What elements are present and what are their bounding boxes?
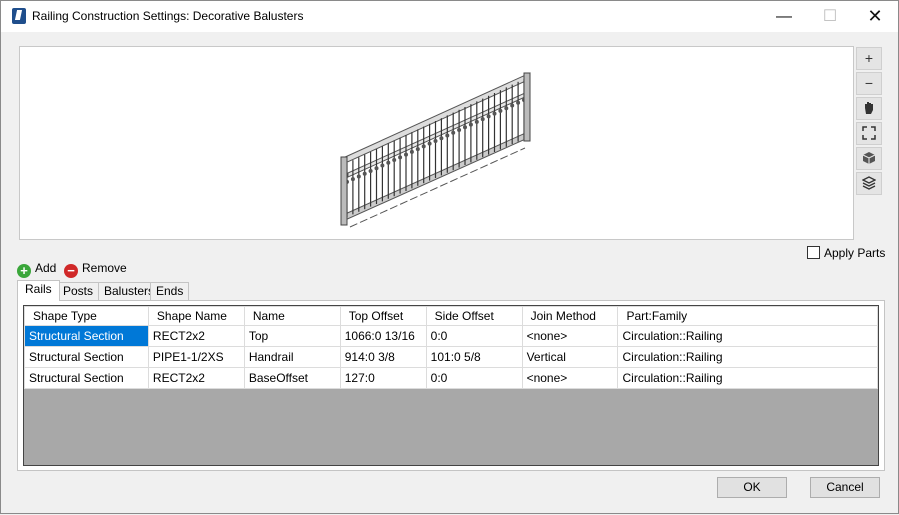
grid-header-row: Shape Type Shape Name Name Top Offset Si…: [24, 306, 878, 326]
cell-shape-type[interactable]: Structural Section: [24, 325, 149, 347]
zoom-extents-icon[interactable]: [856, 122, 882, 145]
app-logo-icon: [12, 8, 26, 24]
checkbox-box[interactable]: [807, 246, 820, 259]
baluster-knob: [386, 160, 391, 165]
cell-name[interactable]: Handrail: [243, 346, 341, 368]
baluster-knob: [398, 155, 403, 160]
cell-top-offset[interactable]: 127:0: [339, 367, 427, 389]
zoom-out-button[interactable]: −: [856, 72, 882, 95]
minimize-button[interactable]: —: [761, 1, 807, 32]
apply-parts-label: Apply Parts: [824, 246, 886, 260]
baluster-knob: [445, 133, 450, 138]
col-join-method[interactable]: Join Method: [521, 306, 619, 326]
cell-top-offset[interactable]: 1066:0 13/16: [339, 325, 427, 347]
baluster-knob: [468, 122, 473, 127]
rails-table: Shape Type Shape Name Name Top Offset Si…: [24, 306, 878, 389]
cell-shape-name[interactable]: PIPE1-1/2XS: [147, 346, 245, 368]
baluster-knob: [463, 125, 467, 130]
railing-settings-dialog: Railing Construction Settings: Decorativ…: [0, 0, 899, 514]
col-shape-type[interactable]: Shape Type: [24, 306, 149, 326]
tab-posts[interactable]: Posts: [57, 282, 100, 300]
rails-grid: Shape Type Shape Name Name Top Offset Si…: [23, 305, 879, 466]
baluster-knob: [439, 136, 444, 141]
end-post: [523, 72, 531, 142]
baluster-knob: [457, 128, 462, 133]
col-shape-name[interactable]: Shape Name: [147, 306, 245, 326]
baluster-knob: [404, 152, 408, 157]
add-label: Add: [35, 261, 57, 275]
cell-join-method[interactable]: Vertical: [521, 346, 619, 368]
start-post: [340, 156, 348, 226]
add-button[interactable]: + Add: [17, 259, 57, 278]
remove-button[interactable]: − Remove: [64, 259, 127, 278]
apply-parts-checkbox[interactable]: Apply Parts: [807, 246, 885, 260]
table-row[interactable]: Structural Section PIPE1-1/2XS Handrail …: [24, 346, 878, 368]
baluster-knob: [380, 163, 385, 168]
cell-shape-name[interactable]: RECT2x2: [147, 367, 245, 389]
tab-rails[interactable]: Rails: [17, 280, 60, 301]
cell-side-offset[interactable]: 101:0 5/8: [425, 346, 523, 368]
add-plus-icon: +: [17, 264, 31, 278]
baluster-knob: [510, 103, 515, 108]
baluster-knob: [498, 108, 503, 113]
close-button[interactable]: ✕: [852, 1, 898, 32]
cell-side-offset[interactable]: 0:0: [425, 325, 523, 347]
baluster-knob: [356, 174, 361, 179]
maximize-button[interactable]: ☐: [807, 1, 853, 32]
cell-name[interactable]: Top: [243, 325, 341, 347]
title-bar: Railing Construction Settings: Decorativ…: [1, 1, 898, 32]
remove-minus-icon: −: [64, 264, 78, 278]
baluster-knob: [362, 171, 367, 176]
col-part-family[interactable]: Part:Family: [617, 306, 878, 326]
baluster-knob: [409, 149, 414, 154]
zoom-in-button[interactable]: +: [856, 47, 882, 70]
ok-button[interactable]: OK: [717, 477, 787, 498]
baluster-knob: [516, 100, 521, 105]
cell-join-method[interactable]: <none>: [521, 367, 619, 389]
baluster-knob: [368, 168, 373, 173]
view-cube-icon[interactable]: [856, 147, 882, 170]
baluster-knob: [415, 147, 420, 152]
baluster-knob: [451, 130, 456, 135]
cell-shape-type[interactable]: Structural Section: [24, 367, 149, 389]
cell-name[interactable]: BaseOffset: [243, 367, 341, 389]
cell-shape-type[interactable]: Structural Section: [24, 346, 149, 368]
baluster-knob: [486, 114, 491, 119]
baluster-knob: [374, 166, 379, 171]
cell-part-family[interactable]: Circulation::Railing: [617, 325, 878, 347]
col-name[interactable]: Name: [243, 306, 341, 326]
baluster-knob: [492, 111, 497, 116]
baluster-knob: [474, 119, 479, 124]
baluster-knob: [427, 141, 432, 146]
railing-3d-preview[interactable]: [19, 46, 854, 240]
cell-side-offset[interactable]: 0:0: [425, 367, 523, 389]
baluster-knob: [480, 117, 485, 122]
remove-label: Remove: [82, 261, 127, 275]
window-title: Railing Construction Settings: Decorativ…: [32, 9, 304, 23]
view-toolbar: + −: [856, 47, 882, 195]
table-row[interactable]: Structural Section RECT2x2 BaseOffset 12…: [24, 367, 878, 389]
pan-hand-icon[interactable]: [856, 97, 882, 120]
col-side-offset[interactable]: Side Offset: [425, 306, 523, 326]
cell-shape-name[interactable]: RECT2x2: [147, 325, 245, 347]
table-row[interactable]: Structural Section RECT2x2 Top 1066:0 13…: [24, 325, 878, 347]
baluster-knob: [504, 106, 509, 111]
baluster-knob: [350, 177, 355, 182]
rails-tab-panel: Shape Type Shape Name Name Top Offset Si…: [17, 300, 885, 471]
tab-ends[interactable]: Ends: [150, 282, 190, 300]
cell-part-family[interactable]: Circulation::Railing: [617, 367, 878, 389]
col-top-offset[interactable]: Top Offset: [339, 306, 427, 326]
baluster-knob: [392, 158, 397, 163]
cell-part-family[interactable]: Circulation::Railing: [617, 346, 878, 368]
cell-join-method[interactable]: <none>: [521, 325, 619, 347]
cancel-button[interactable]: Cancel: [810, 477, 880, 498]
baluster-knob: [433, 138, 438, 143]
layers-icon[interactable]: [856, 172, 882, 195]
baluster-knob: [421, 144, 426, 149]
cell-top-offset[interactable]: 914:0 3/8: [339, 346, 427, 368]
railing-model-drawing: [340, 72, 531, 228]
handrail: [347, 92, 526, 178]
top-rail: [342, 72, 531, 165]
